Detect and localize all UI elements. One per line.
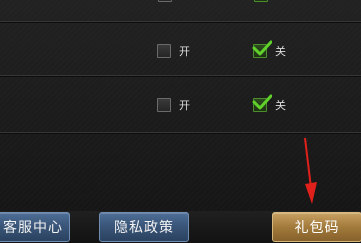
checkbox-checked[interactable] (252, 40, 272, 58)
option-off[interactable]: 关 (252, 40, 286, 60)
top-partial-row (0, 0, 361, 4)
privacy-policy-button[interactable]: 隐私政策 (99, 212, 189, 242)
checkbox-unchecked[interactable] (157, 98, 171, 112)
option-off-label: 关 (275, 99, 286, 112)
customer-service-button[interactable]: 客服中心 (0, 212, 70, 242)
checkbox-unchecked[interactable] (157, 44, 171, 58)
divider (0, 132, 361, 133)
divider (0, 75, 361, 76)
gift-code-label: 礼包码 (294, 220, 340, 236)
option-on-label: 开 (179, 45, 190, 58)
checkmark-icon (252, 40, 272, 56)
checkbox-checked[interactable] (254, 0, 268, 2)
privacy-policy-label: 隐私政策 (114, 220, 174, 236)
settings-row-2: 开 关 (0, 94, 361, 114)
customer-service-label: 客服中心 (3, 220, 63, 236)
option-on[interactable]: 开 (157, 96, 190, 114)
settings-row-1: 开 关 (0, 40, 361, 60)
settings-screen: 开 关 开 关 客服中心 隐私政策 礼包码 (0, 0, 361, 243)
option-on-label: 开 (179, 99, 190, 112)
bottom-bar: 客服中心 隐私政策 礼包码 (0, 211, 361, 243)
divider (0, 21, 361, 22)
checkbox-checked[interactable] (252, 94, 272, 112)
checkmark-icon (252, 94, 272, 110)
option-on[interactable]: 开 (157, 42, 190, 60)
option-off-label: 关 (275, 45, 286, 58)
gift-code-button[interactable]: 礼包码 (272, 212, 361, 242)
option-off[interactable]: 关 (252, 94, 286, 114)
red-arrow-icon (304, 137, 317, 204)
checkbox[interactable] (158, 0, 172, 2)
